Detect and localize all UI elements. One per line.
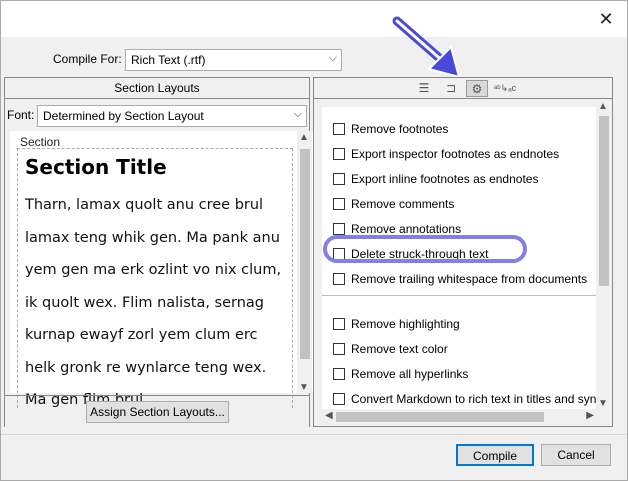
compile-for-label: Compile For: — [53, 52, 122, 66]
checkbox[interactable] — [333, 318, 345, 330]
chevron-down-icon: ⌵ — [293, 108, 302, 120]
option-label: Remove trailing whitespace from document… — [351, 272, 588, 286]
checkbox[interactable] — [333, 343, 345, 355]
compile-format-select[interactable]: Rich Text (.rtf) ⌵ — [125, 49, 342, 71]
section-body-text: Tharn, lamax quolt anu cree brul lamax t… — [25, 197, 282, 408]
section-caption: Section — [20, 135, 61, 149]
close-icon[interactable]: ✕ — [597, 10, 615, 28]
checkbox[interactable] — [333, 368, 345, 380]
assign-section-layouts-button[interactable]: Assign Section Layouts... — [86, 401, 229, 423]
annotation-highlight-ring — [323, 235, 527, 263]
checkbox[interactable] — [333, 198, 345, 210]
compile-for-row: Compile For: Rich Text (.rtf) ⌵ — [1, 47, 627, 71]
options-vertical-scrollbar[interactable]: ▲ ▼ — [596, 100, 611, 409]
scroll-down-icon[interactable]: ▼ — [299, 382, 309, 393]
options-list: Remove footnotes Export inspector footno… — [322, 107, 597, 409]
option-remove-trailing-whitespace[interactable]: Remove trailing whitespace from document… — [333, 271, 587, 287]
compile-dialog: ✕ Compile For: Rich Text (.rtf) ⌵ Sectio… — [0, 0, 628, 481]
option-remove-highlighting[interactable]: Remove highlighting — [333, 316, 460, 332]
options-pane: Remove footnotes Export inspector footno… — [313, 99, 613, 427]
option-convert-markdown[interactable]: Convert Markdown to rich text in titles … — [333, 391, 597, 407]
checkbox[interactable] — [333, 223, 345, 235]
section-title: Section Title — [25, 155, 167, 179]
option-label: Export inspector footnotes as endnotes — [351, 147, 560, 161]
scrollbar-thumb[interactable] — [300, 149, 310, 359]
section-preview-scrollbar[interactable]: ▲ ▼ — [297, 131, 312, 393]
section-layouts-header: Section Layouts — [4, 77, 310, 99]
cancel-button[interactable]: Cancel — [541, 444, 611, 466]
checkbox[interactable] — [333, 123, 345, 135]
option-label: Remove comments — [351, 197, 455, 211]
font-select-value: Determined by Section Layout — [43, 109, 204, 123]
section-preview-frame: Section Title Tharn, lamax quolt anu cre… — [17, 148, 293, 408]
label-icon[interactable]: ⊐ — [440, 80, 462, 97]
option-remove-comments[interactable]: Remove comments — [333, 196, 454, 212]
option-export-inline-footnotes[interactable]: Export inline footnotes as endnotes — [333, 171, 538, 187]
footer-divider — [1, 434, 627, 435]
left-pane-divider — [4, 395, 310, 396]
compile-button[interactable]: Compile — [456, 444, 534, 466]
options-horizontal-scrollbar[interactable]: ◀ ▶ — [322, 409, 597, 425]
checkbox[interactable] — [333, 173, 345, 185]
option-label: Remove highlighting — [351, 317, 460, 331]
scroll-up-icon[interactable]: ▲ — [598, 101, 608, 112]
checkbox[interactable] — [333, 273, 345, 285]
gear-icon[interactable]: ⚙ — [466, 80, 488, 97]
scroll-up-icon[interactable]: ▲ — [299, 132, 309, 143]
option-label: Remove text color — [351, 342, 448, 356]
option-remove-hyperlinks[interactable]: Remove all hyperlinks — [333, 366, 468, 382]
scrollbar-thumb[interactable] — [599, 116, 609, 286]
scrollbar-thumb[interactable] — [336, 412, 544, 422]
chevron-down-icon: ⌵ — [328, 52, 337, 64]
scroll-right-icon[interactable]: ▶ — [586, 410, 594, 421]
option-label: Convert Markdown to rich text in titles … — [351, 392, 597, 406]
checkbox[interactable] — [333, 148, 345, 160]
font-label: Font: — [7, 108, 35, 122]
font-select[interactable]: Determined by Section Layout ⌵ — [37, 105, 307, 127]
option-label: Export inline footnotes as endnotes — [351, 172, 539, 186]
option-remove-footnotes[interactable]: Remove footnotes — [333, 121, 448, 137]
option-label: Remove all hyperlinks — [351, 367, 469, 381]
option-label: Remove annotations — [351, 222, 462, 236]
section-layouts-pane: Font: Determined by Section Layout ⌵ Sec… — [4, 99, 313, 427]
section-preview: Section Section Title Tharn, lamax quolt… — [10, 131, 313, 408]
checkbox[interactable] — [333, 393, 345, 405]
option-label: Remove footnotes — [351, 122, 449, 136]
option-export-inspector-footnotes[interactable]: Export inspector footnotes as endnotes — [333, 146, 559, 162]
scroll-down-icon[interactable]: ▼ — [598, 398, 608, 409]
options-separator — [322, 295, 597, 296]
replace-text-icon[interactable]: ᵃᵇ↳ₐc — [492, 80, 518, 97]
option-remove-text-color[interactable]: Remove text color — [333, 341, 448, 357]
list-icon[interactable]: ☰ — [413, 80, 435, 97]
scroll-left-icon[interactable]: ◀ — [325, 410, 333, 421]
options-tab-bar: ☰ ⊐ ⚙ ᵃᵇ↳ₐc — [313, 77, 613, 99]
compile-format-value: Rich Text (.rtf) — [131, 53, 206, 67]
title-bar: ✕ — [1, 1, 627, 37]
